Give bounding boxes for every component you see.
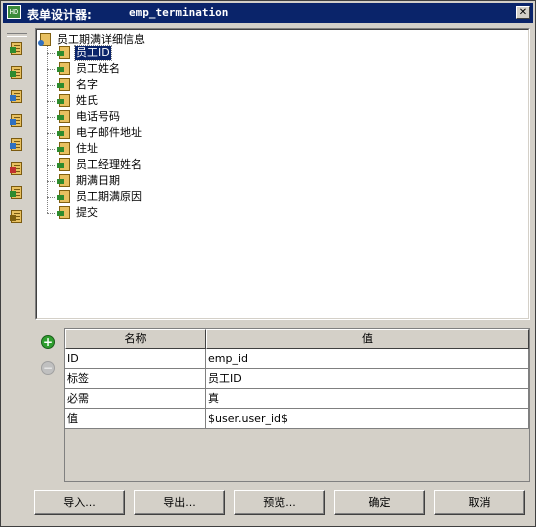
property-value-cell[interactable]: 真 <box>206 389 529 409</box>
field-icon <box>57 62 71 76</box>
field-icon <box>57 110 71 124</box>
field-icon <box>57 174 71 188</box>
preview-button[interactable]: 预览... <box>234 490 325 515</box>
window-title: 表单设计器: <box>27 8 92 22</box>
tree-node-label: 姓氏 <box>76 94 98 107</box>
form-designer-window: HD 表单设计器: emp_termination ✕ 员工期满详细信息 员工ID… <box>0 0 536 527</box>
field-icon <box>57 46 71 60</box>
toolbar-button-7[interactable] <box>10 185 24 201</box>
tree-node-label: 提交 <box>76 206 98 219</box>
column-header-name[interactable]: 名称 <box>65 329 206 349</box>
property-name-cell: 值 <box>65 409 206 429</box>
tree-branch-line <box>47 117 55 118</box>
tree-node-label: 员工ID <box>74 45 112 61</box>
toolbar-button-6[interactable] <box>10 161 24 177</box>
property-name-cell: 必需 <box>65 389 206 409</box>
tree-guide-line <box>47 46 48 213</box>
remove-property-button[interactable]: − <box>41 361 55 375</box>
tree-branch-line <box>47 69 55 70</box>
export-button[interactable]: 导出... <box>134 490 225 515</box>
tree-branch-line <box>47 213 55 214</box>
tree-branch-line <box>47 149 55 150</box>
property-value-cell[interactable]: 员工ID <box>206 369 529 389</box>
toolbar-button-2[interactable] <box>10 65 24 81</box>
field-icon <box>57 142 71 156</box>
tree-branch-line <box>47 181 55 182</box>
close-button[interactable]: ✕ <box>516 6 530 19</box>
tree-node-label: 员工姓名 <box>76 62 120 75</box>
form-name: emp_termination <box>129 6 229 19</box>
tree-node-label: 员工期满原因 <box>76 190 142 203</box>
tree-node-label: 员工期满详细信息 <box>57 33 145 46</box>
property-value-cell[interactable]: $user.user_id$ <box>206 409 529 429</box>
tree-branch-line <box>47 53 55 54</box>
property-name-cell: 标签 <box>65 369 206 389</box>
field-icon <box>57 158 71 172</box>
tree-branch-line <box>47 101 55 102</box>
tree-branch-line <box>47 85 55 86</box>
toolbar-separator <box>7 33 27 37</box>
tree-branch-line <box>47 197 55 198</box>
tree-branch-line <box>47 165 55 166</box>
tree-node-label: 电话号码 <box>76 110 120 123</box>
tree-node-label: 期满日期 <box>76 174 120 187</box>
close-icon: ✕ <box>518 7 528 18</box>
form-root-icon <box>38 33 52 47</box>
toolbar-button-5[interactable] <box>10 137 24 153</box>
field-icon <box>57 190 71 204</box>
property-actions: + − <box>35 328 65 481</box>
ok-button[interactable]: 确定 <box>334 490 425 515</box>
left-toolbar <box>5 27 29 237</box>
field-icon <box>57 206 71 220</box>
field-icon <box>57 126 71 140</box>
title-bar[interactable]: HD 表单设计器: emp_termination ✕ <box>3 3 533 23</box>
column-header-value[interactable]: 值 <box>206 329 529 349</box>
add-property-button[interactable]: + <box>41 335 55 349</box>
field-icon <box>57 94 71 108</box>
field-icon <box>57 78 71 92</box>
tree-node-label: 电子邮件地址 <box>76 126 142 139</box>
import-button[interactable]: 导入... <box>34 490 125 515</box>
toolbar-button-8[interactable] <box>10 209 24 225</box>
app-icon: HD <box>7 5 21 19</box>
plus-icon: + <box>42 335 54 349</box>
cancel-button[interactable]: 取消 <box>434 490 525 515</box>
field-tree: 员工期满详细信息 员工ID 员工姓名名字姓氏电话号码电子邮件地址 住址员工经理姓名 期满… <box>36 29 529 319</box>
toolbar-button-1[interactable] <box>10 41 24 57</box>
tree-node-label: 住址 <box>76 142 98 155</box>
property-grid: 名称 值 ID emp_id 标签 员工ID 必需真值 $user.user_id$ <box>64 328 530 482</box>
minus-icon: − <box>42 361 54 375</box>
property-value-cell[interactable]: emp_id <box>206 349 529 369</box>
toolbar-button-3[interactable] <box>10 89 24 105</box>
tree-node-label: 员工经理姓名 <box>76 158 142 171</box>
field-tree-panel[interactable]: 员工期满详细信息 员工ID 员工姓名名字姓氏电话号码电子邮件地址 住址员工经理姓名 期满… <box>35 28 530 320</box>
tree-branch-line <box>47 133 55 134</box>
property-name-cell: ID <box>65 349 206 369</box>
toolbar-button-4[interactable] <box>10 113 24 129</box>
tree-node-label: 名字 <box>76 78 98 91</box>
